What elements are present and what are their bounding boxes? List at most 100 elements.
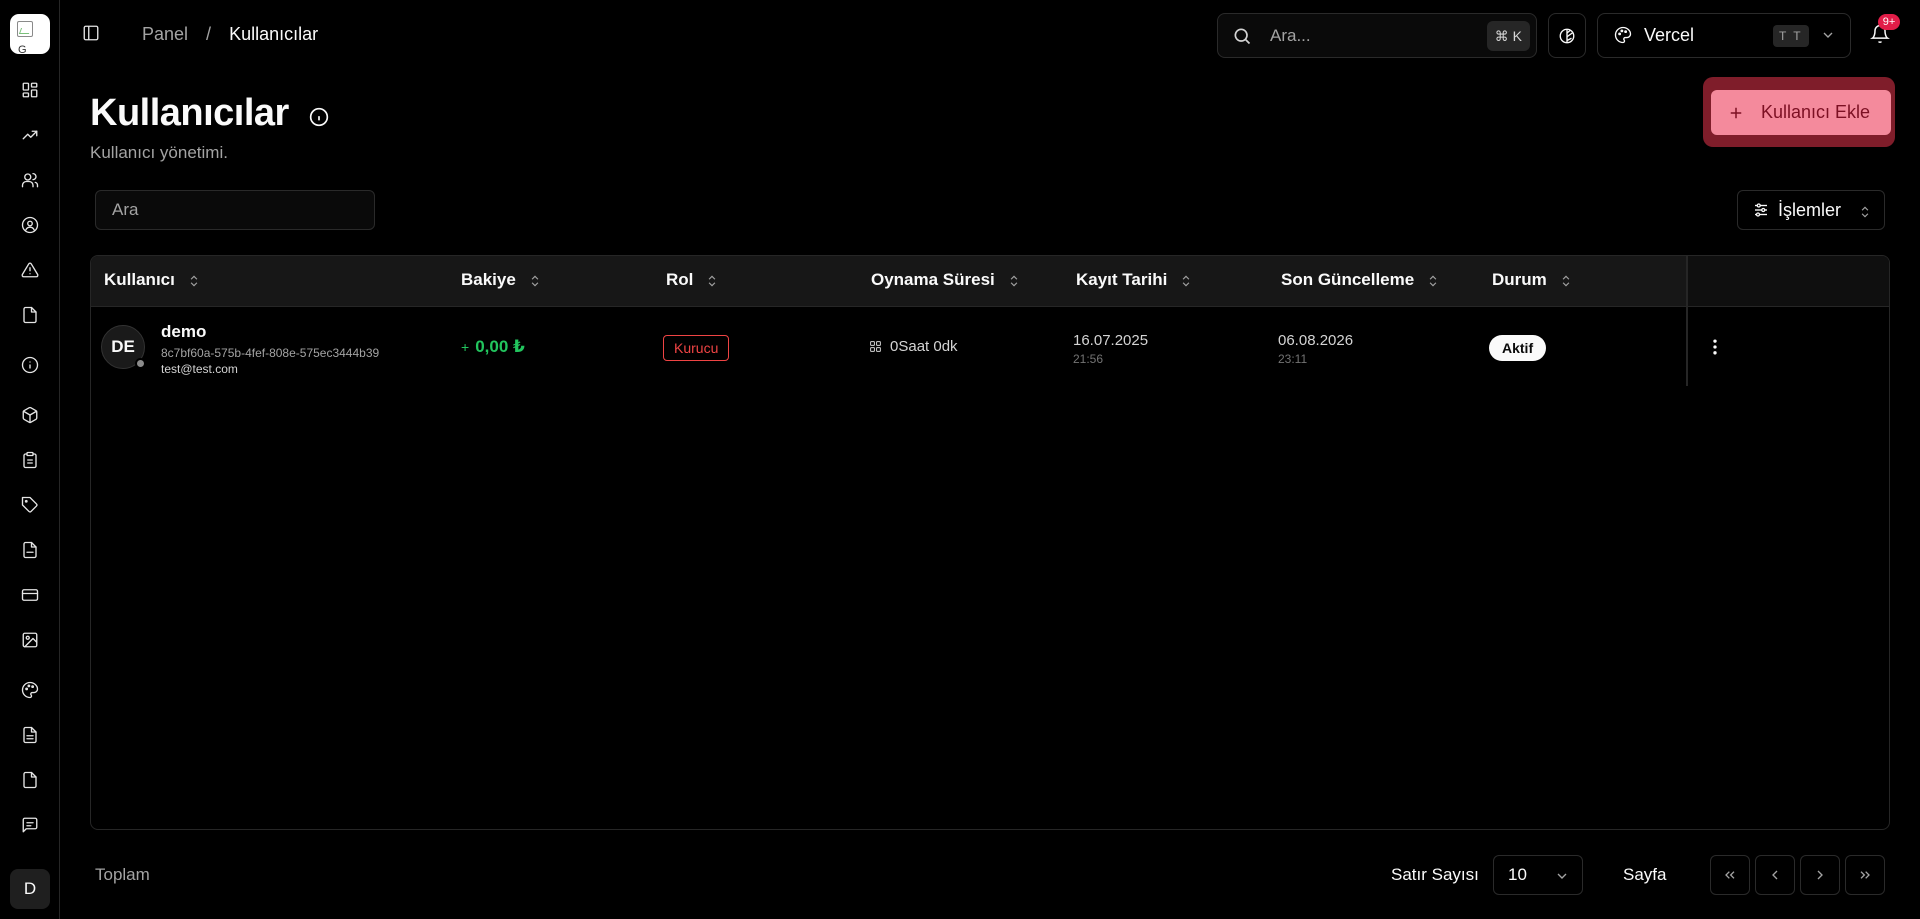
sort-icon	[1426, 273, 1440, 287]
trending-icon[interactable]	[19, 124, 41, 146]
column-header-status[interactable]: Durum	[1492, 270, 1573, 290]
plus-icon	[1727, 104, 1745, 122]
chevrons-right-icon	[1860, 871, 1870, 879]
grid-icon	[870, 341, 881, 352]
global-search-input[interactable]	[1270, 25, 1470, 46]
dashboard-icon[interactable]	[19, 79, 41, 101]
page-label: Sayfa	[1623, 865, 1667, 884]
user-name: demo	[161, 322, 207, 341]
column-label: Durum	[1492, 270, 1547, 289]
actions-button[interactable]: İşlemler	[1737, 190, 1885, 230]
column-header-user[interactable]: Kullanıcı	[104, 270, 201, 290]
notification-badge: 9+	[1878, 14, 1900, 30]
column-header-updated[interactable]: Son Güncelleme	[1281, 270, 1440, 290]
chevron-down-icon	[1554, 868, 1570, 884]
breadcrumb-separator: /	[206, 24, 212, 44]
sort-icon	[528, 273, 542, 287]
file-icon[interactable]	[19, 304, 41, 326]
page-title: Kullanıcılar	[90, 92, 289, 134]
image-icon[interactable]	[19, 629, 41, 651]
sidebar-toggle-icon[interactable]	[82, 24, 102, 44]
table-search-input[interactable]	[95, 190, 375, 230]
column-header-role[interactable]: Rol	[666, 270, 719, 290]
chevron-right-icon	[1817, 870, 1823, 880]
info-icon[interactable]	[19, 354, 41, 376]
add-user-button[interactable]: Kullanıcı Ekle	[1711, 90, 1891, 135]
global-search[interactable]: ⌘ K	[1217, 13, 1537, 58]
file-text-icon[interactable]	[19, 724, 41, 746]
box-icon[interactable]	[19, 404, 41, 426]
palette-icon	[1614, 26, 1634, 46]
actions-column-header	[1686, 256, 1889, 307]
user-balance: +0,00 ₺	[461, 337, 525, 357]
theme-name: Vercel	[1644, 25, 1695, 45]
sort-icon	[187, 273, 201, 287]
message-icon[interactable]	[19, 814, 41, 836]
user-avatar[interactable]: D	[10, 869, 50, 909]
more-vertical-icon[interactable]	[1705, 337, 1725, 357]
column-label: Bakiye	[461, 270, 516, 289]
page-subtitle: Kullanıcı yönetimi.	[90, 143, 228, 162]
rows-per-page-value: 10	[1508, 865, 1527, 884]
dark-mode-toggle[interactable]	[1548, 13, 1586, 58]
tag-icon[interactable]	[19, 494, 41, 516]
balance-value: 0,00 ₺	[475, 337, 525, 356]
sort-icon	[1559, 273, 1573, 287]
app-logo[interactable]: G	[10, 14, 50, 54]
balance-prefix: +	[461, 339, 470, 355]
updated-time: 23:11	[1278, 352, 1308, 366]
users-table: Kullanıcı Bakiye Rol Oynama Süresi Kayıt…	[90, 255, 1890, 830]
theme-select[interactable]: Vercel T T	[1597, 13, 1851, 58]
breadcrumb-current: Kullanıcılar	[229, 24, 319, 44]
clipboard-icon[interactable]	[19, 449, 41, 471]
search-shortcut: ⌘ K	[1486, 21, 1530, 51]
column-label: Son Güncelleme	[1281, 270, 1415, 289]
sort-icon	[1007, 273, 1021, 287]
breadcrumb-panel[interactable]: Panel	[142, 24, 188, 45]
search-icon	[1232, 26, 1252, 46]
user-id: 8c7bf60a-575b-4fef-808e-575ec3444b39	[161, 346, 380, 360]
sidebar: G D	[0, 0, 60, 919]
sliders-icon	[1752, 201, 1770, 219]
sort-icon	[705, 273, 719, 287]
broken-image-icon	[17, 21, 33, 37]
column-header-created[interactable]: Kayıt Tarihi	[1076, 270, 1193, 290]
users-icon[interactable]	[19, 169, 41, 191]
column-label: Rol	[666, 270, 694, 289]
breadcrumb: Panel / Kullanıcılar	[142, 24, 318, 45]
credit-card-icon[interactable]	[19, 584, 41, 606]
updated-date: 06.08.2026	[1278, 332, 1354, 349]
actions-label: İşlemler	[1778, 199, 1842, 220]
add-user-label: Kullanıcı Ekle	[1761, 102, 1871, 122]
alert-triangle-icon[interactable]	[19, 259, 41, 281]
previous-page-button[interactable]	[1755, 855, 1795, 895]
online-status-dot	[135, 358, 146, 369]
total-label: Toplam	[95, 865, 150, 884]
column-label: Kayıt Tarihi	[1076, 270, 1168, 289]
sort-icon	[1179, 273, 1193, 287]
chevrons-left-icon	[1725, 871, 1735, 879]
next-page-button[interactable]	[1800, 855, 1840, 895]
status-badge: Aktif	[1489, 335, 1547, 361]
logo-label: G	[18, 44, 27, 54]
file-icon[interactable]	[19, 769, 41, 791]
contrast-icon	[1559, 28, 1575, 43]
first-page-button[interactable]	[1710, 855, 1750, 895]
palette-icon[interactable]	[19, 679, 41, 701]
user-email: test@test.com	[161, 362, 238, 376]
rows-per-page-select[interactable]: 10	[1493, 855, 1583, 895]
user-circle-icon[interactable]	[19, 214, 41, 236]
column-header-balance[interactable]: Bakiye	[461, 270, 542, 290]
info-icon[interactable]	[309, 107, 329, 127]
play-time-value: 0Saat 0dk	[890, 338, 958, 355]
chevron-down-icon	[1820, 27, 1836, 43]
column-label: Oynama Süresi	[871, 270, 995, 289]
table-row[interactable]: DE demo 8c7bf60a-575b-4fef-808e-575ec344…	[91, 308, 1889, 386]
role-badge: Kurucu	[663, 335, 730, 361]
play-time: 0Saat 0dk	[869, 338, 958, 355]
pdf-icon[interactable]	[19, 539, 41, 561]
table-header: Kullanıcı Bakiye Rol Oynama Süresi Kayıt…	[91, 256, 1889, 307]
column-header-play-time[interactable]: Oynama Süresi	[871, 270, 1021, 290]
last-page-button[interactable]	[1845, 855, 1885, 895]
theme-badge: T T	[1773, 25, 1809, 47]
